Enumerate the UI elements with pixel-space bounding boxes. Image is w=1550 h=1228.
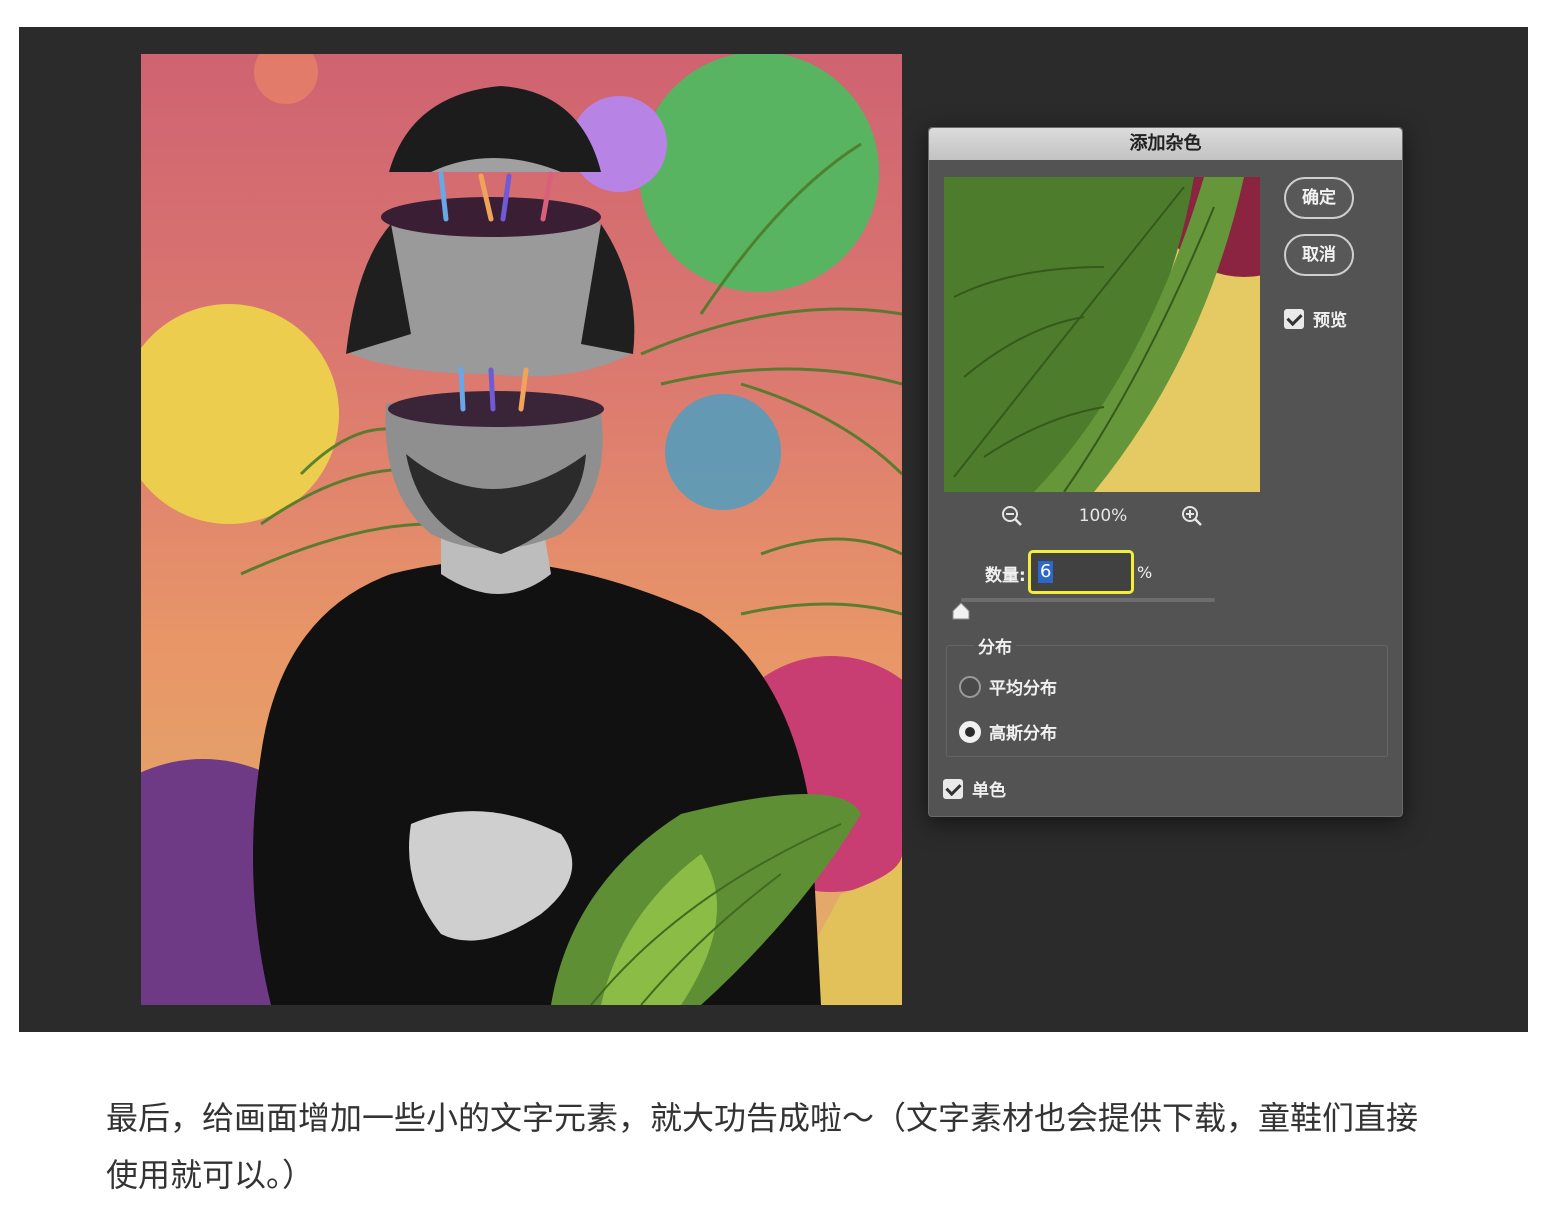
radio-gaussian-button[interactable] [959, 720, 981, 743]
radio-uniform[interactable]: 平均分布 [959, 674, 1057, 699]
add-noise-dialog: 添加杂色 100% 确定 取消 预览 数量: 6 % 分布 平均分布 高斯分布 … [928, 127, 1403, 817]
radio-uniform-button[interactable] [959, 675, 981, 698]
lower-slice-top [388, 391, 604, 427]
zoom-out-icon[interactable] [1000, 504, 1024, 528]
monochromatic-checkbox-box[interactable] [943, 778, 963, 799]
amount-unit: % [1137, 563, 1153, 582]
collage-artwork [141, 54, 902, 1005]
article-caption: 最后，给画面增加一些小的文字元素，就大功告成啦～（文字素材也会提供下载，童鞋们直… [106, 1099, 1419, 1194]
amount-slider-track[interactable] [961, 598, 1215, 602]
zoom-in-icon[interactable] [1180, 504, 1204, 528]
monochromatic-checkbox[interactable]: 单色 [943, 776, 1006, 801]
preview-checkbox-label: 预览 [1313, 311, 1347, 331]
artwork-canvas [141, 54, 902, 1005]
cancel-button[interactable]: 取消 [1284, 234, 1354, 276]
radio-gaussian-label: 高斯分布 [989, 724, 1057, 744]
distribution-group: 分布 平均分布 高斯分布 [946, 633, 1388, 757]
amount-input[interactable]: 6 [1028, 550, 1134, 594]
green-ball [639, 54, 879, 292]
zoom-controls: 100% [944, 502, 1260, 532]
preview-pane[interactable] [944, 177, 1260, 492]
amount-value[interactable]: 6 [1038, 561, 1054, 583]
dialog-title: 添加杂色 [929, 128, 1402, 160]
preview-image [944, 177, 1260, 492]
slider-thumb-icon[interactable] [952, 602, 970, 620]
photoshop-workspace: 添加杂色 100% 确定 取消 预览 数量: 6 % 分布 平均分布 高斯分布 … [19, 27, 1528, 1032]
preview-checkbox-box[interactable] [1284, 308, 1304, 329]
yellow-ball [141, 304, 339, 524]
radio-uniform-label: 平均分布 [989, 679, 1057, 699]
blue-ball [665, 394, 781, 510]
monochromatic-label: 单色 [972, 781, 1006, 801]
ok-button[interactable]: 确定 [1284, 177, 1354, 219]
distribution-title: 分布 [974, 633, 1016, 658]
radio-gaussian[interactable]: 高斯分布 [959, 719, 1057, 744]
amount-label: 数量: [985, 566, 1026, 586]
preview-checkbox[interactable]: 预览 [1284, 306, 1347, 331]
zoom-level: 100% [1078, 506, 1128, 526]
orange-ball [254, 54, 318, 104]
